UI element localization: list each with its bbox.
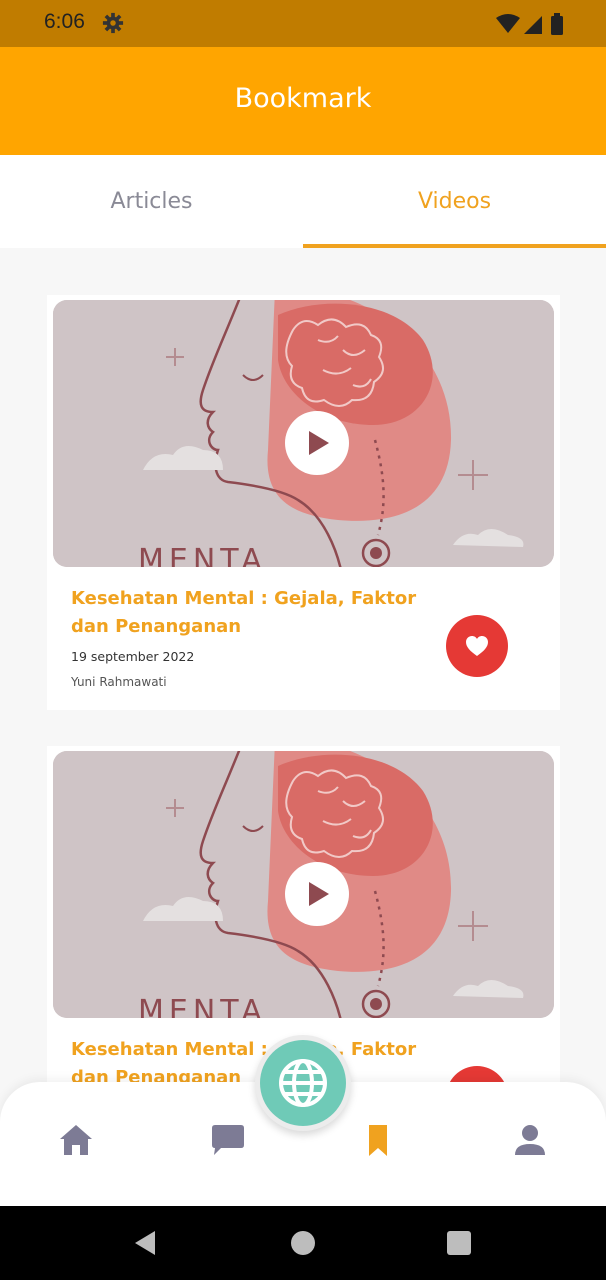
globe-fab-button[interactable] xyxy=(260,1040,346,1126)
video-card[interactable]: MENTA Kesehatan Mental : Gejala, Faktor … xyxy=(47,295,560,710)
status-bar: 6:06 xyxy=(0,0,606,47)
globe-icon xyxy=(279,1059,327,1107)
nav-home[interactable] xyxy=(56,1120,96,1160)
app-bar: Bookmark xyxy=(0,47,606,155)
nav-bookmark[interactable] xyxy=(358,1120,398,1160)
thumbnail-text: MENTA xyxy=(138,543,267,567)
chat-icon xyxy=(212,1125,244,1155)
video-author: Yuni Rahmawati xyxy=(71,675,167,689)
video-title[interactable]: Kesehatan Mental : Gejala, Faktor dan Pe… xyxy=(71,585,441,641)
tab-bar: Articles Videos xyxy=(0,155,606,248)
home-icon xyxy=(60,1125,92,1155)
battery-icon xyxy=(551,13,563,35)
heart-icon xyxy=(466,636,488,656)
home-circle-icon[interactable] xyxy=(288,1228,318,1258)
wifi-icon xyxy=(496,14,520,33)
status-time: 6:06 xyxy=(44,10,85,33)
favorite-button[interactable] xyxy=(446,615,508,677)
play-button[interactable] xyxy=(285,862,349,926)
play-icon xyxy=(309,882,329,906)
tab-articles[interactable]: Articles xyxy=(0,155,303,248)
video-thumbnail[interactable]: MENTA xyxy=(53,300,554,567)
profile-icon xyxy=(515,1125,545,1155)
system-navigation-bar xyxy=(0,1206,606,1280)
signal-icon xyxy=(524,16,542,34)
gear-icon xyxy=(102,12,124,34)
play-icon xyxy=(309,431,329,455)
bookmark-icon xyxy=(369,1125,387,1156)
nav-profile[interactable] xyxy=(510,1120,550,1160)
play-button[interactable] xyxy=(285,411,349,475)
status-icons xyxy=(496,13,563,35)
thumbnail-text: MENTA xyxy=(138,994,267,1018)
page-title: Bookmark xyxy=(234,83,372,114)
video-thumbnail[interactable]: MENTA xyxy=(53,751,554,1018)
back-icon[interactable] xyxy=(131,1228,161,1258)
video-date: 19 september 2022 xyxy=(71,649,195,664)
nav-chat[interactable] xyxy=(207,1120,247,1160)
tab-active-indicator xyxy=(303,244,606,248)
recents-icon[interactable] xyxy=(444,1228,474,1258)
tab-videos[interactable]: Videos xyxy=(303,155,606,248)
